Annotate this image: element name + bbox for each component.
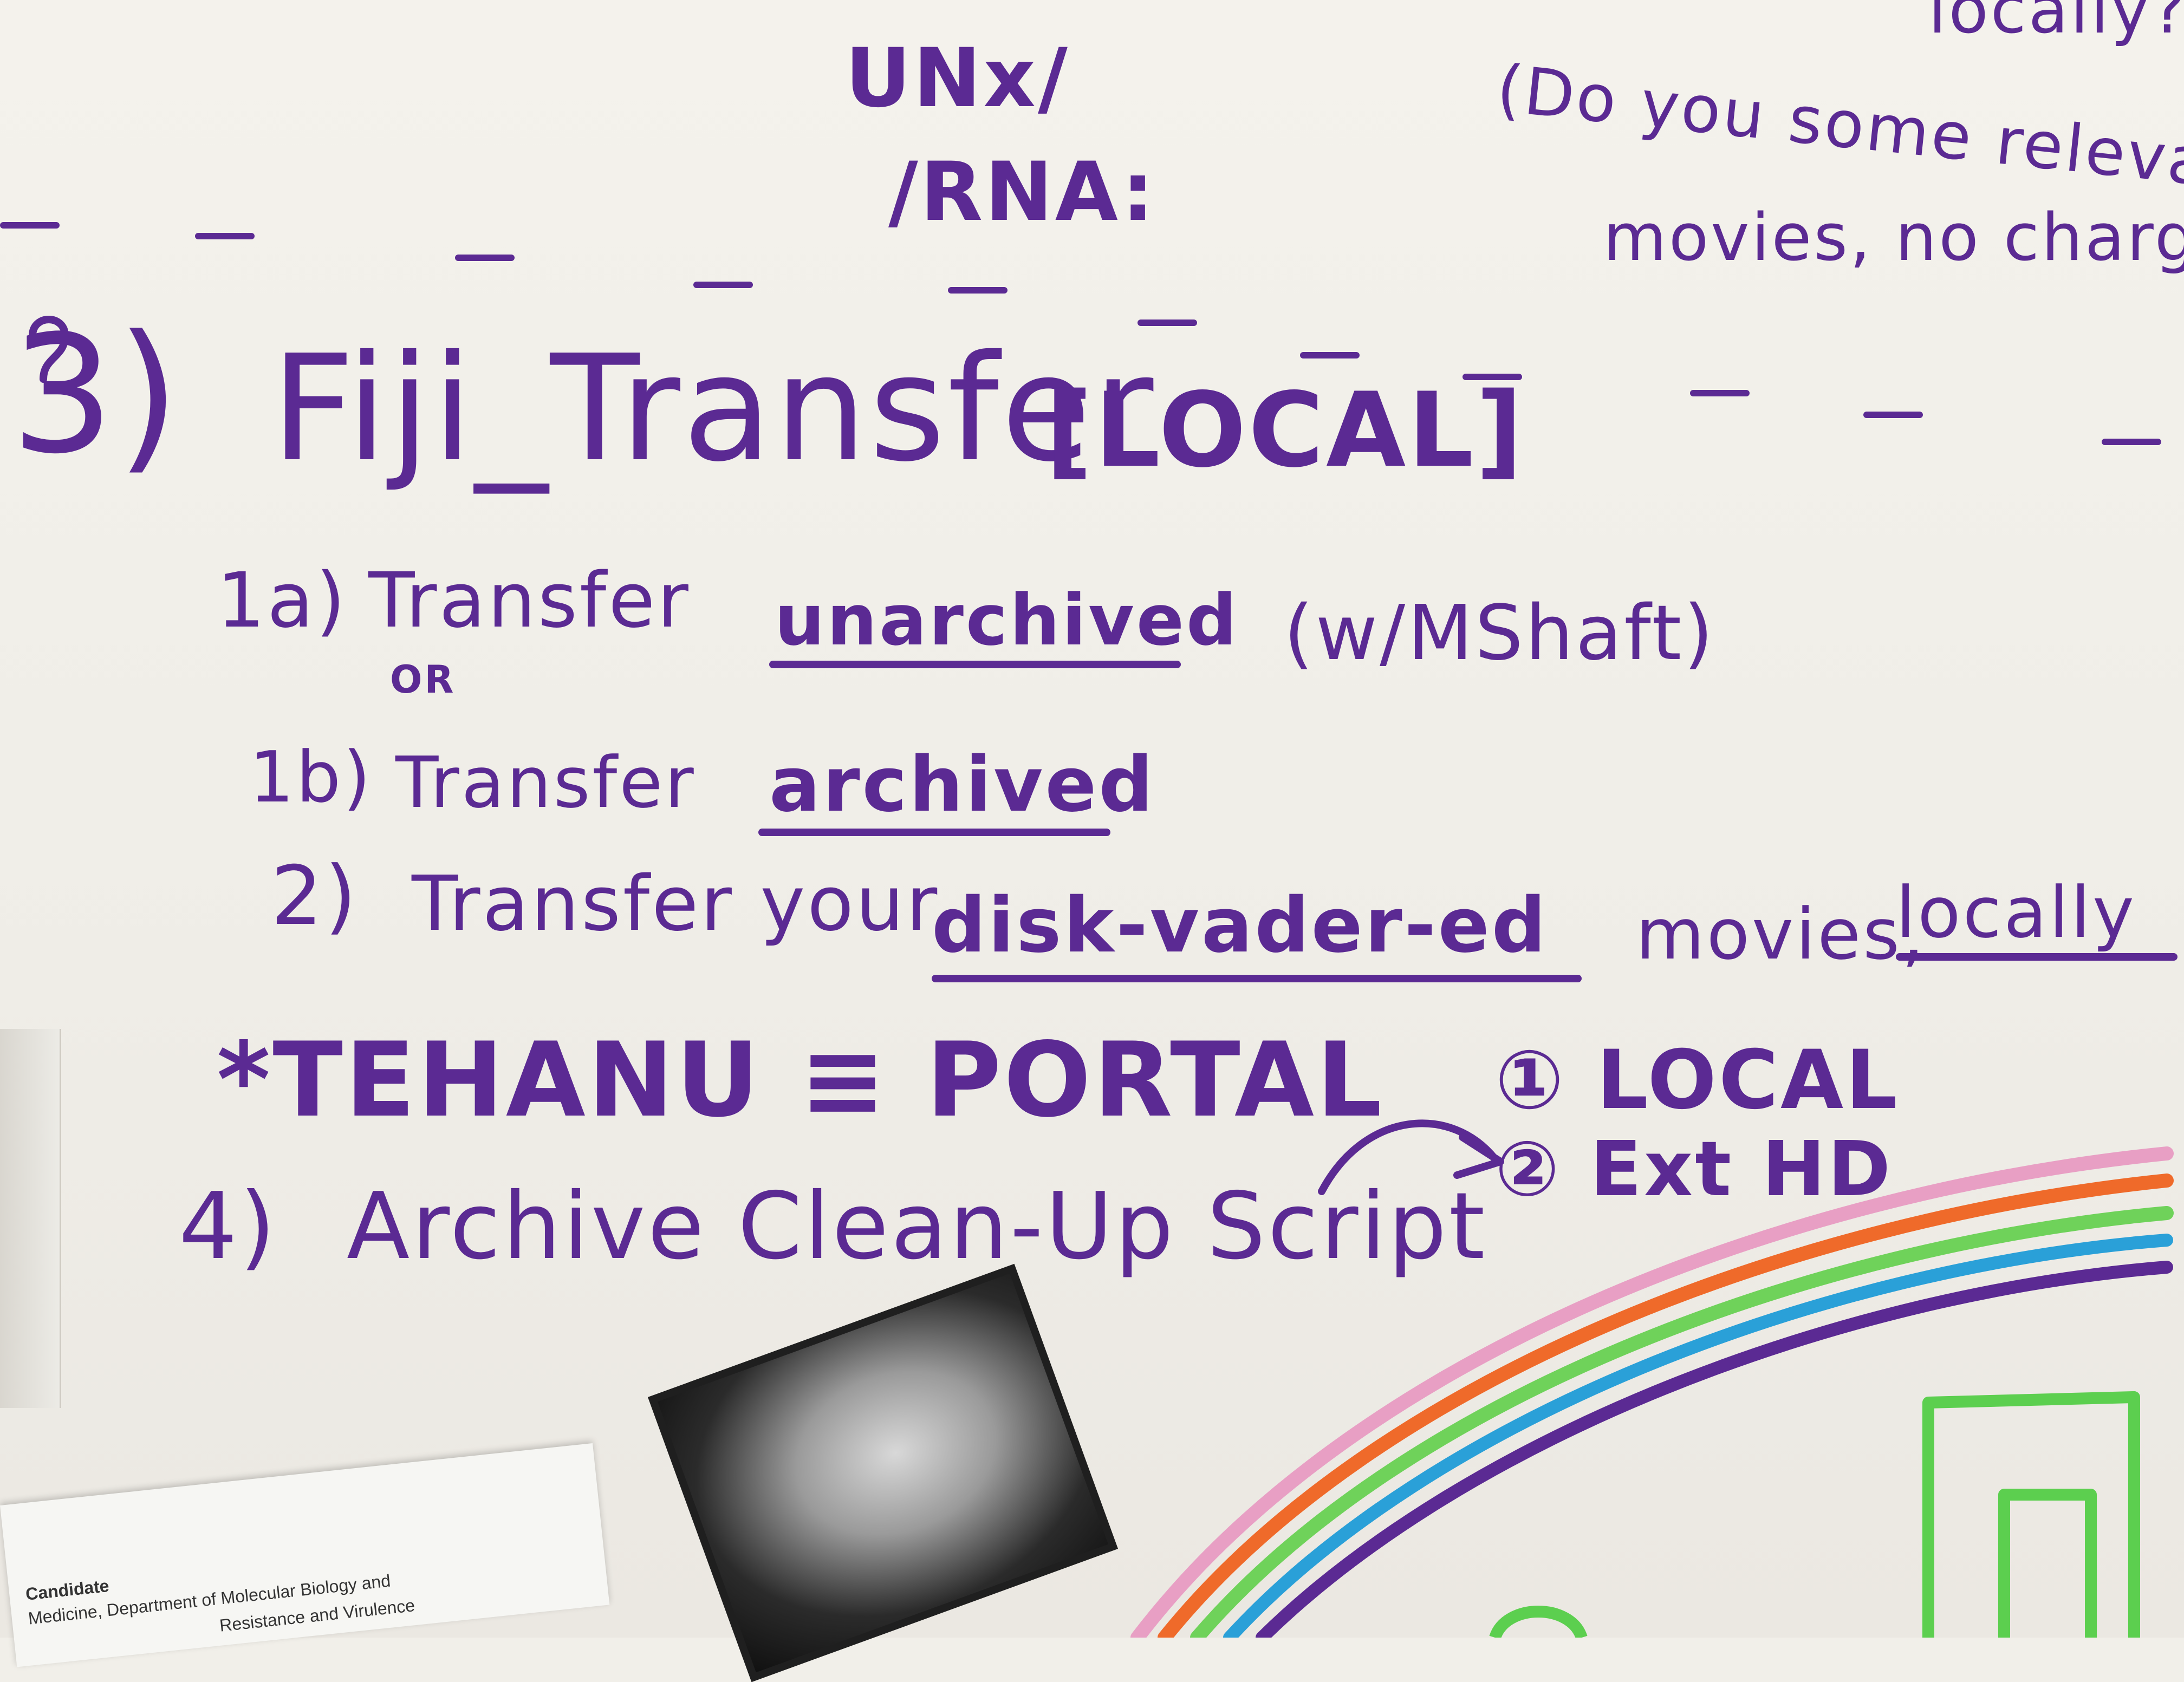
rainbow-band-purple	[1256, 1261, 2173, 1638]
question-mark-icon	[29, 316, 69, 383]
curved-arrow-icon	[1318, 1119, 1499, 1195]
green-drawing	[1489, 1391, 2140, 1638]
green-bush-shape	[1489, 1606, 1588, 1638]
rainbow-band-orange	[1158, 1174, 2174, 1638]
green-house-shape	[1922, 1391, 2140, 1638]
green-door-shape	[1998, 1489, 2097, 1638]
board-drawings	[29, 316, 2174, 1638]
rainbow-band-blue	[1223, 1234, 2173, 1638]
paper-line-1: Candidate	[24, 1575, 110, 1604]
